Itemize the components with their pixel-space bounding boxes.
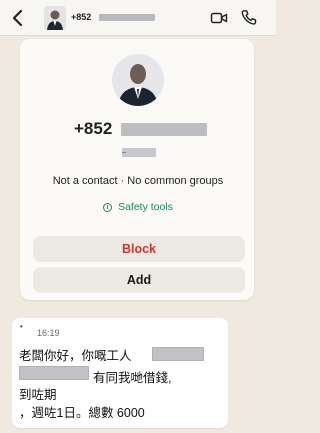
safety-tools-link[interactable]: i Safety tools [0,201,276,213]
message-time: 16:19 [37,328,60,338]
add-button[interactable]: Add [33,267,245,293]
redacted-text [19,366,89,380]
contact-status-text: Not a contact · No common groups [52,175,224,187]
redacted-number [99,14,155,21]
message-line: 有同我哋借錢, [93,371,172,385]
video-camera-icon[interactable] [210,10,228,26]
contact-phone-prefix: +852 [74,119,113,138]
chat-header: +852 [0,0,276,36]
message-line: 老闆你好，你嘅工人 [19,349,132,363]
info-icon: i [103,203,113,212]
message-line: ，週咗1日。總數 6000 [19,406,145,420]
message-line: 到咗期 [19,388,57,402]
contact-avatar[interactable] [112,54,164,106]
redacted-phone-number [121,123,207,136]
phone-icon[interactable] [241,9,257,26]
avatar[interactable] [44,6,66,30]
redacted-text [152,347,204,361]
block-button[interactable]: Block [33,236,245,262]
safety-tools-label: Safety tools [118,201,173,213]
redaction-dash [122,152,126,153]
redacted-secondary-info [122,148,156,157]
contact-title[interactable]: +852 [71,12,91,22]
bubble-tail-icon: • [20,322,23,331]
chevron-left-icon[interactable] [10,8,26,28]
